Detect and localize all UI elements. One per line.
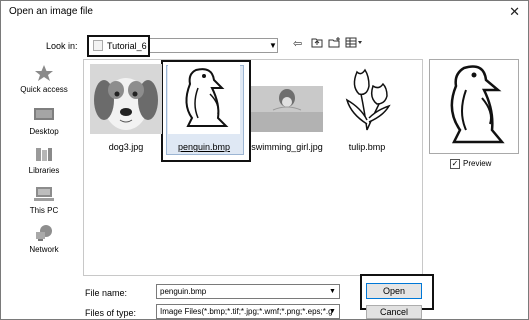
chevron-down-icon[interactable]: ▼ bbox=[327, 286, 338, 297]
look-in-folder-name: Tutorial_6 bbox=[107, 41, 147, 51]
place-label: Desktop bbox=[29, 127, 59, 136]
star-icon bbox=[35, 65, 53, 81]
libraries-icon bbox=[36, 148, 52, 161]
file-name: penguin.bmp bbox=[177, 142, 231, 152]
preview-label: Preview bbox=[463, 159, 492, 169]
file-type-value: Image Files(*.bmp;*.tif;*.jpg;*.wmf;*.pn… bbox=[160, 307, 333, 316]
place-this-pc[interactable]: This PC bbox=[13, 185, 75, 215]
chevron-down-icon[interactable]: ▼ bbox=[267, 38, 279, 53]
network-icon bbox=[36, 225, 52, 241]
look-in-folder-box[interactable]: Tutorial_6 bbox=[87, 35, 150, 57]
penguin-preview-image bbox=[450, 65, 505, 144]
file-name-input[interactable]: penguin.bmp ▼ bbox=[156, 284, 340, 299]
place-libraries[interactable]: Libraries bbox=[13, 145, 75, 175]
tulip-thumbnail bbox=[331, 64, 403, 134]
file-type-select[interactable]: Image Files(*.bmp;*.tif;*.jpg;*.wmf;*.pn… bbox=[156, 304, 340, 319]
swimming-girl-thumbnail bbox=[251, 64, 323, 134]
file-name: tulip.bmp bbox=[348, 142, 386, 152]
checkbox-check-icon: ✓ bbox=[450, 159, 460, 169]
places-bar: Quick access Desktop Libraries This PC N… bbox=[13, 61, 75, 266]
place-label: This PC bbox=[29, 206, 59, 215]
preview-pane bbox=[429, 59, 519, 154]
file-name: dog3.jpg bbox=[108, 142, 144, 152]
chevron-down-icon[interactable]: ▼ bbox=[327, 306, 338, 317]
place-network[interactable]: Network bbox=[13, 224, 75, 254]
preview-checkbox[interactable]: ✓ Preview bbox=[450, 159, 491, 169]
title-bar: Open an image file ✕ bbox=[1, 1, 528, 23]
file-name: swimming_girl.jpg bbox=[251, 142, 323, 152]
new-folder-icon[interactable] bbox=[328, 37, 341, 51]
open-button[interactable]: Open bbox=[366, 283, 422, 299]
open-image-dialog: Open an image file ✕ Look in: Tutorial_6… bbox=[0, 0, 529, 320]
dog-thumbnail bbox=[90, 64, 162, 134]
penguin-thumbnail bbox=[168, 64, 240, 134]
dialog-title: Open an image file bbox=[9, 6, 93, 17]
place-label: Libraries bbox=[28, 166, 60, 175]
place-quick-access[interactable]: Quick access bbox=[13, 64, 75, 94]
folder-icon bbox=[93, 40, 103, 51]
file-name-label: File name: bbox=[85, 288, 128, 298]
desktop-icon bbox=[34, 108, 54, 120]
look-in-dropdown[interactable] bbox=[150, 38, 278, 53]
place-desktop[interactable]: Desktop bbox=[13, 106, 75, 136]
cancel-button[interactable]: Cancel bbox=[366, 305, 422, 319]
up-folder-icon[interactable] bbox=[311, 37, 323, 51]
file-type-label: Files of type: bbox=[85, 308, 137, 318]
close-icon[interactable]: ✕ bbox=[509, 4, 520, 20]
file-name-value: penguin.bmp bbox=[160, 287, 207, 296]
computer-icon bbox=[34, 187, 54, 201]
view-menu-icon[interactable] bbox=[345, 37, 363, 51]
place-label: Network bbox=[29, 245, 59, 254]
place-label: Quick access bbox=[20, 85, 68, 94]
back-icon[interactable]: ⇦ bbox=[293, 37, 302, 50]
look-in-label: Look in: bbox=[46, 41, 78, 51]
